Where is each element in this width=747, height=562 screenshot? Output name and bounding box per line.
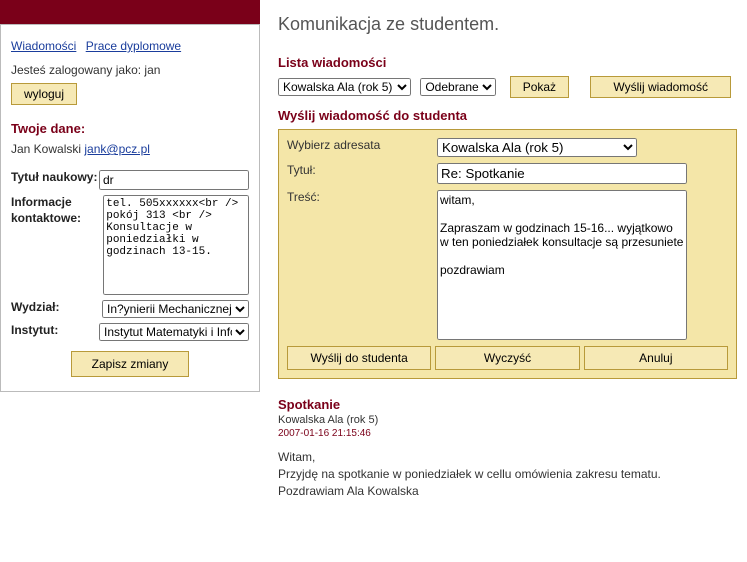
label-informacje-kontaktowe: Informacje kontaktowe: [11,195,103,226]
message-from: Kowalska Ala (rok 5) [278,414,737,426]
input-tytul-naukowy[interactable] [99,170,249,190]
filter-student-select[interactable]: Kowalska Ala (rok 5) [278,78,411,96]
label-wybierz-adresata: Wybierz adresata [287,138,437,152]
textarea-tresc[interactable]: witam, Zapraszam w godzinach 15-16... wy… [437,190,687,340]
label-wydzial: Wydział: [11,300,102,316]
label-tytul: Tytuł: [287,163,437,177]
user-full-name: Jan Kowalski [11,142,81,156]
cancel-button[interactable]: Anuluj [584,346,728,370]
pokaz-button[interactable]: Pokaż [510,76,569,98]
clear-button[interactable]: Wyczyść [435,346,579,370]
label-tytul-naukowy: Tytuł naukowy: [11,170,99,186]
message-item: Spotkanie Kowalska Ala (rok 5) 2007-01-1… [278,397,737,499]
compose-panel: Wybierz adresata Kowalska Ala (rok 5) Ty… [278,129,737,379]
filter-folder-select[interactable]: Odebrane [420,78,496,96]
save-button[interactable]: Zapisz zmiany [71,351,190,377]
message-date: 2007-01-16 21:15:46 [278,428,737,439]
lista-wiadomosci-heading: Lista wiadomości [278,55,737,70]
logged-user: jan [144,63,160,77]
select-adresata[interactable]: Kowalska Ala (rok 5) [437,138,637,157]
wyslij-do-studenta-heading: Wyślij wiadomość do studenta [278,108,737,123]
user-email-link[interactable]: jank@pcz.pl [84,142,150,156]
page-title: Komunikacja ze studentem. [278,14,737,35]
label-tresc: Treść: [287,190,437,204]
sidebar-header-bar [0,0,260,24]
twoje-dane-heading: Twoje dane: [11,121,249,136]
send-to-student-button[interactable]: Wyślij do studenta [287,346,431,370]
select-instytut[interactable]: Instytut Matematyki i Informatyki [99,323,249,341]
logged-in-text: Jesteś zalogowany jako: jan [11,63,249,77]
input-tytul[interactable] [437,163,687,184]
nav-wiadomosci[interactable]: Wiadomości [11,39,76,53]
select-wydzial[interactable]: In?ynierii Mechanicznej [102,300,249,318]
logout-button[interactable]: wyloguj [11,83,77,105]
textarea-informacje-kontaktowe[interactable]: tel. 505xxxxxx<br /> pokój 313 <br /> Ko… [103,195,249,295]
label-instytut: Instytut: [11,323,99,339]
message-title: Spotkanie [278,397,737,412]
wyslij-wiadomosc-button[interactable]: Wyślij wiadomość [590,76,731,98]
nav-prace-dyplomowe[interactable]: Prace dyplomowe [86,39,181,53]
logged-prefix: Jesteś zalogowany jako: [11,63,144,77]
message-body: Witam, Przyjdę na spotkanie w poniedział… [278,449,737,499]
